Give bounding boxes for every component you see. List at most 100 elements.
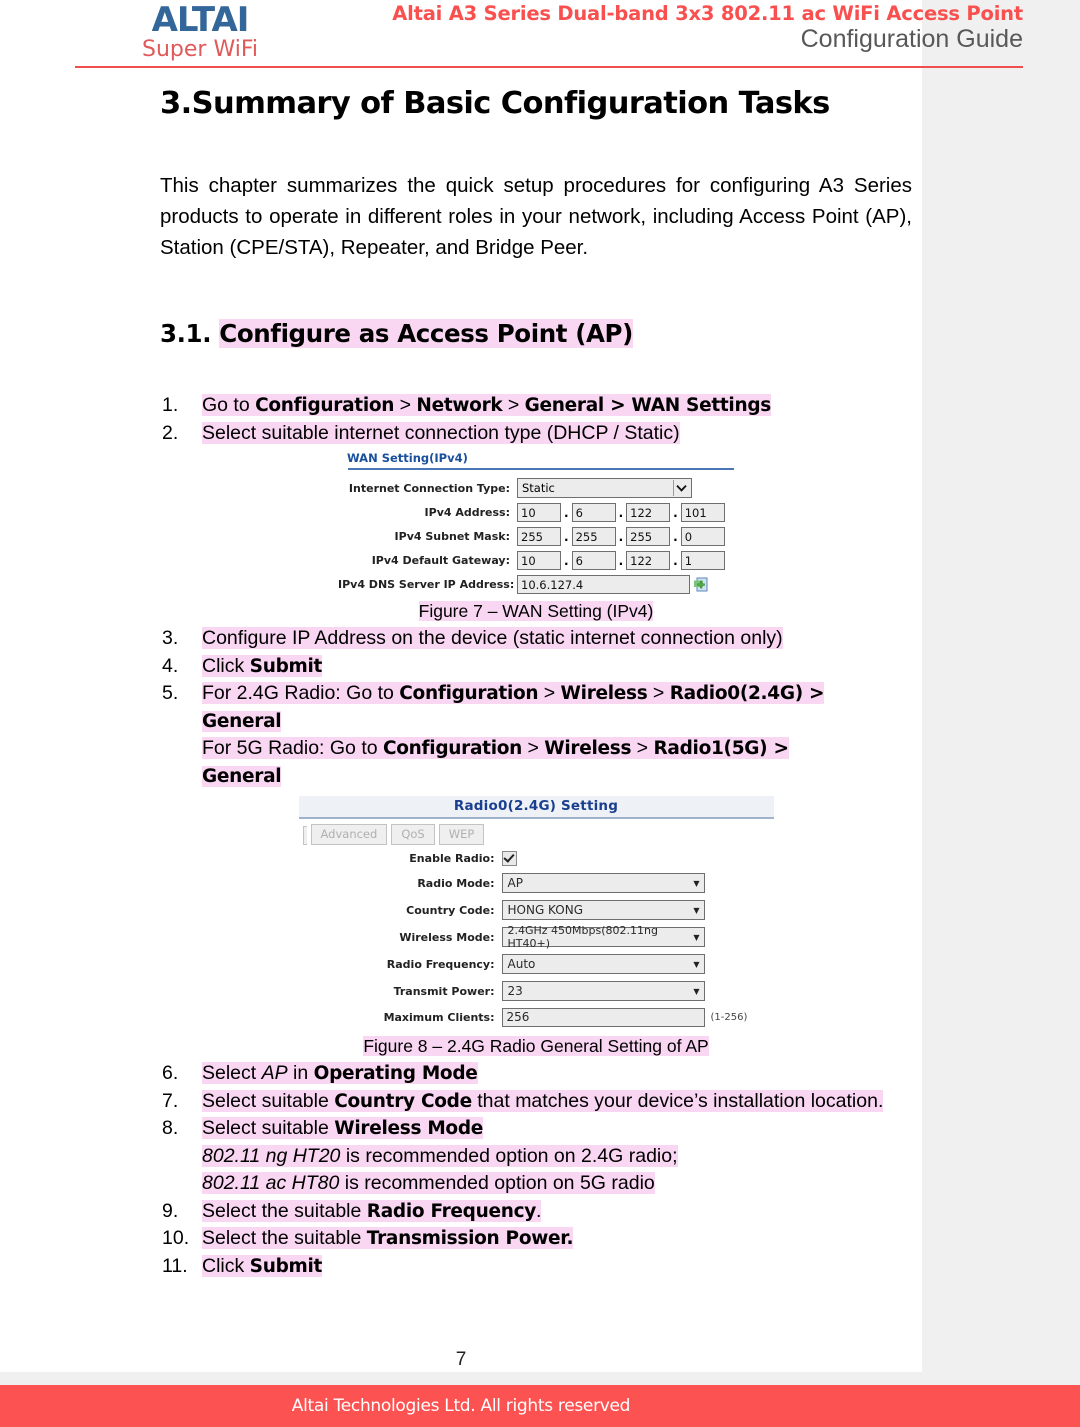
chevron-down-icon[interactable]: ▼ — [693, 960, 699, 969]
subnet-mask-octet-2[interactable]: 255 — [571, 527, 616, 546]
step-1-sep1: > — [394, 394, 417, 416]
ipv4-address-dot-3: . — [673, 505, 678, 520]
section-heading: 3.1. Configure as Access Point (AP) — [160, 317, 912, 350]
ipv4-address-octet-2[interactable]: 6 — [571, 503, 616, 522]
footer-copyright-text: Altai Technologies Ltd. All rights reser… — [291, 1396, 631, 1416]
step-text-2: Select suitable internet connection type… — [202, 421, 680, 444]
ipv4-address-octet-3[interactable]: 122 — [626, 503, 671, 522]
step-5-5g-bold-wireless: Wireless — [544, 738, 632, 759]
radio-row-max-clients: Maximum Clients: 256 (1-256) — [299, 1008, 774, 1027]
chevron-down-icon[interactable]: ▼ — [693, 879, 699, 888]
radio-row-enable: Enable Radio: — [299, 851, 774, 866]
enable-radio-checkbox[interactable] — [501, 851, 517, 866]
radio-mode-select[interactable]: AP ▼ — [501, 873, 705, 893]
wan-panel-divider — [348, 468, 734, 470]
country-code-select[interactable]: HONG KONG ▼ — [501, 900, 705, 920]
transmit-power-label: Transmit Power: — [393, 984, 495, 998]
subnet-mask-octet-1[interactable]: 255 — [517, 527, 561, 546]
wan-row-dns-server: IPv4 DNS Server IP Address: 10.6.127.4 — [338, 575, 734, 594]
transmit-power-select[interactable]: 23 ▼ — [501, 981, 705, 1001]
step-number-9: 9. — [162, 1199, 179, 1222]
step-number-11: 11. — [162, 1254, 188, 1277]
step-11-lead: Click — [202, 1254, 250, 1277]
gateway-octet-3[interactable]: 122 — [626, 551, 671, 570]
gateway-octet-1[interactable]: 10 — [517, 551, 561, 570]
step-text-10: Select the suitable Transmission Power. — [202, 1227, 573, 1249]
step-5-line-5g: For 5G Radio: Go to Configuration > Wire… — [202, 735, 912, 763]
step-8-bold-wireless-mode: Wireless Mode — [334, 1118, 484, 1139]
maximum-clients-range-hint: (1-256) — [710, 1012, 748, 1023]
chevron-down-icon[interactable]: ▼ — [693, 906, 699, 915]
gateway-dot-1: . — [564, 553, 569, 568]
step-9-lead: Select the suitable — [202, 1199, 367, 1222]
step-5-24g-bold-configuration: Configuration — [399, 683, 539, 704]
ipv4-address-octet-1[interactable]: 10 — [517, 503, 561, 522]
step-8-lead: Select suitable — [202, 1117, 335, 1139]
figure-7-caption: Figure 7 – WAN Setting (IPv4) — [160, 599, 912, 623]
step-text-6: Select AP in Operating Mode — [202, 1062, 478, 1084]
logo-tagline: Super WiFi — [142, 37, 258, 62]
altai-logo: ALTAI Super WiFi — [100, 3, 300, 62]
gateway-octet-2[interactable]: 6 — [571, 551, 616, 570]
add-dns-entry-icon[interactable] — [693, 576, 710, 593]
step-6-bold-operating-mode: Operating Mode — [313, 1063, 478, 1084]
step-1-sep2: > — [502, 394, 525, 416]
tab-qos[interactable]: QoS — [391, 824, 435, 845]
subnet-mask-octet-3[interactable]: 255 — [626, 527, 671, 546]
step-number-2: 2. — [162, 421, 179, 444]
gateway-octet-4[interactable]: 1 — [680, 551, 725, 570]
ipv4-address-octet-4[interactable]: 101 — [680, 503, 725, 522]
radio-panel-title: Radio0(2.4G) Setting — [298, 796, 774, 819]
step-8-italic-ac-ht80: 802.11 ac HT80 — [202, 1172, 340, 1194]
radio-mode-label: Radio Mode: — [417, 876, 495, 890]
step-5-5g-gt1: > — [527, 737, 539, 759]
subnet-mask-octet-4[interactable]: 0 — [680, 527, 725, 546]
step-6-lead: Select — [202, 1062, 262, 1084]
page-content: 3.Summary of Basic Configuration Tasks T… — [160, 84, 912, 1280]
header-divider — [75, 66, 1023, 68]
step-number-5: 5. — [162, 682, 179, 704]
maximum-clients-input[interactable]: 256 — [501, 1008, 705, 1027]
wireless-mode-select[interactable]: 2.4GHz 450Mbps(802.11ng HT40+) ▼ — [501, 924, 705, 950]
step-4-bold-submit: Submit — [249, 655, 323, 677]
internet-connection-type-select[interactable]: Static — [517, 478, 692, 498]
radio-row-wireless-mode: Wireless Mode: 2.4GHz 450Mbps(802.11ng H… — [299, 924, 774, 950]
figure-7-wan-setting-screenshot: WAN Setting(IPv4) Internet Connection Ty… — [338, 451, 734, 594]
chevron-down-icon[interactable]: ▼ — [693, 987, 699, 996]
step-6-italic-ap: AP — [261, 1062, 288, 1084]
ipv4-dns-server-input[interactable]: 10.6.127.4 — [517, 575, 690, 594]
step-text-11: Click Submit — [202, 1254, 322, 1277]
step-7-lead: Select suitable — [202, 1089, 335, 1112]
step-item-3: 3. Configure IP Address on the device (s… — [160, 625, 912, 653]
tab-advanced[interactable]: Advanced — [310, 824, 388, 845]
step-text-9: Select the suitable Radio Frequency. — [202, 1199, 542, 1222]
tab-partial-cutoff[interactable] — [302, 826, 307, 845]
step-9-period: . — [536, 1199, 542, 1222]
subnet-dot-3: . — [673, 529, 678, 544]
step-number-1: 1. — [162, 394, 179, 416]
section-number: 3.1. — [160, 319, 212, 348]
wan-row-ipv4-address: IPv4 Address: 10 . 6 . 122 . 101 — [338, 503, 734, 522]
tab-wep[interactable]: WEP — [438, 824, 485, 845]
ipv4-dns-server-label: IPv4 DNS Server IP Address: — [338, 578, 515, 591]
enable-radio-label: Enable Radio: — [409, 852, 495, 865]
ipv4-subnet-mask-label: IPv4 Subnet Mask: — [394, 530, 510, 543]
country-code-value: HONG KONG — [507, 903, 584, 917]
radio-frequency-select[interactable]: Auto ▼ — [501, 954, 705, 974]
chevron-down-icon[interactable] — [673, 480, 689, 496]
subnet-dot-1: . — [564, 529, 569, 544]
step-number-10: 10. — [162, 1227, 190, 1249]
step-8-note-5g-text: is recommended option on 5G radio — [339, 1172, 655, 1194]
step-number-7: 7. — [162, 1089, 179, 1112]
step-5-5g-bold-configuration: Configuration — [383, 738, 523, 759]
step-number-3: 3. — [162, 627, 179, 649]
step-text-3: Configure IP Address on the device (stat… — [202, 627, 783, 649]
step-1-bold-network: Network — [416, 395, 503, 416]
chevron-down-icon[interactable]: ▼ — [693, 933, 699, 942]
step-item-10: 10. Select the suitable Transmission Pow… — [160, 1225, 912, 1253]
step-6-mid: in — [287, 1062, 314, 1084]
ipv4-address-dot-2: . — [618, 505, 624, 520]
radio-mode-value: AP — [507, 876, 523, 890]
step-item-4: 4. Click Submit — [160, 653, 912, 681]
step-9-bold-radio-frequency: Radio Frequency — [366, 1200, 537, 1222]
